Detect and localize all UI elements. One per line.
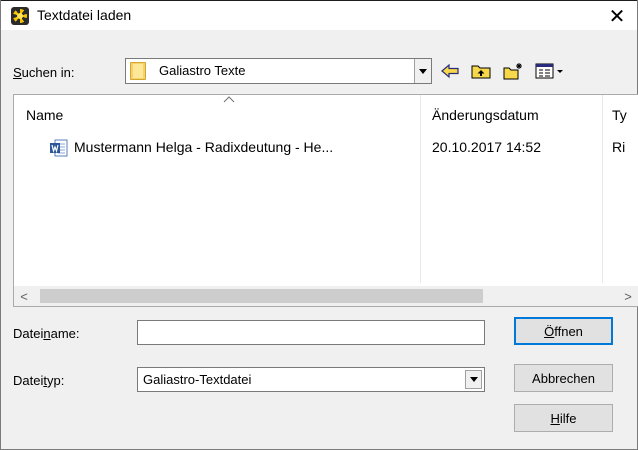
chevron-down-icon[interactable]: [465, 370, 482, 389]
filename-input[interactable]: [137, 320, 485, 345]
filename-label: Dateiname:: [13, 326, 80, 341]
column-divider[interactable]: [602, 95, 603, 283]
folder-icon: [130, 62, 146, 80]
dialog-window: Textdatei laden ✕ Suchen in: Galiastro T…: [0, 0, 638, 450]
look-in-value: Galiastro Texte: [159, 63, 246, 78]
app-logo-icon: [11, 7, 29, 25]
column-header-type[interactable]: Ty: [612, 107, 627, 123]
column-header-name[interactable]: Name: [26, 107, 63, 123]
horizontal-scrollbar[interactable]: < >: [14, 286, 638, 306]
cancel-button[interactable]: Abbrechen: [514, 364, 613, 392]
column-header-date[interactable]: Änderungsdatum: [432, 107, 539, 123]
window-title: Textdatei laden: [37, 7, 132, 23]
file-row[interactable]: Mustermann Helga - Radixdeutung - He... …: [14, 136, 638, 158]
title-bar[interactable]: Textdatei laden ✕: [1, 0, 637, 30]
word-document-icon: [50, 139, 68, 157]
filetype-select[interactable]: Galiastro-Textdatei: [137, 367, 485, 392]
file-list[interactable]: Name Änderungsdatum Ty Mustermann Helga …: [13, 94, 638, 307]
back-arrow-icon[interactable]: [439, 62, 461, 80]
chevron-down-icon[interactable]: [414, 59, 431, 83]
help-button[interactable]: Hilfe: [514, 404, 613, 432]
sort-ascending-icon: [223, 96, 235, 103]
filetype-label: Dateityp:: [13, 373, 65, 388]
file-type: Ri: [612, 139, 626, 155]
file-date: 20.10.2017 14:52: [432, 139, 541, 155]
scroll-thumb[interactable]: [40, 289, 483, 303]
close-button[interactable]: ✕: [597, 1, 637, 31]
look-in-label: Suchen in:: [13, 65, 75, 80]
view-menu-icon[interactable]: [535, 62, 565, 80]
file-name[interactable]: Mustermann Helga - Radixdeutung - He...: [74, 139, 333, 155]
scroll-left-icon[interactable]: <: [14, 286, 34, 306]
look-in-combo[interactable]: Galiastro Texte: [125, 58, 432, 84]
up-folder-icon[interactable]: [470, 62, 492, 80]
column-divider[interactable]: [420, 95, 421, 283]
new-folder-icon[interactable]: [502, 62, 524, 80]
filetype-value: Galiastro-Textdatei: [143, 372, 252, 387]
open-button[interactable]: Öffnen: [514, 317, 613, 345]
scroll-right-icon[interactable]: >: [618, 286, 638, 306]
